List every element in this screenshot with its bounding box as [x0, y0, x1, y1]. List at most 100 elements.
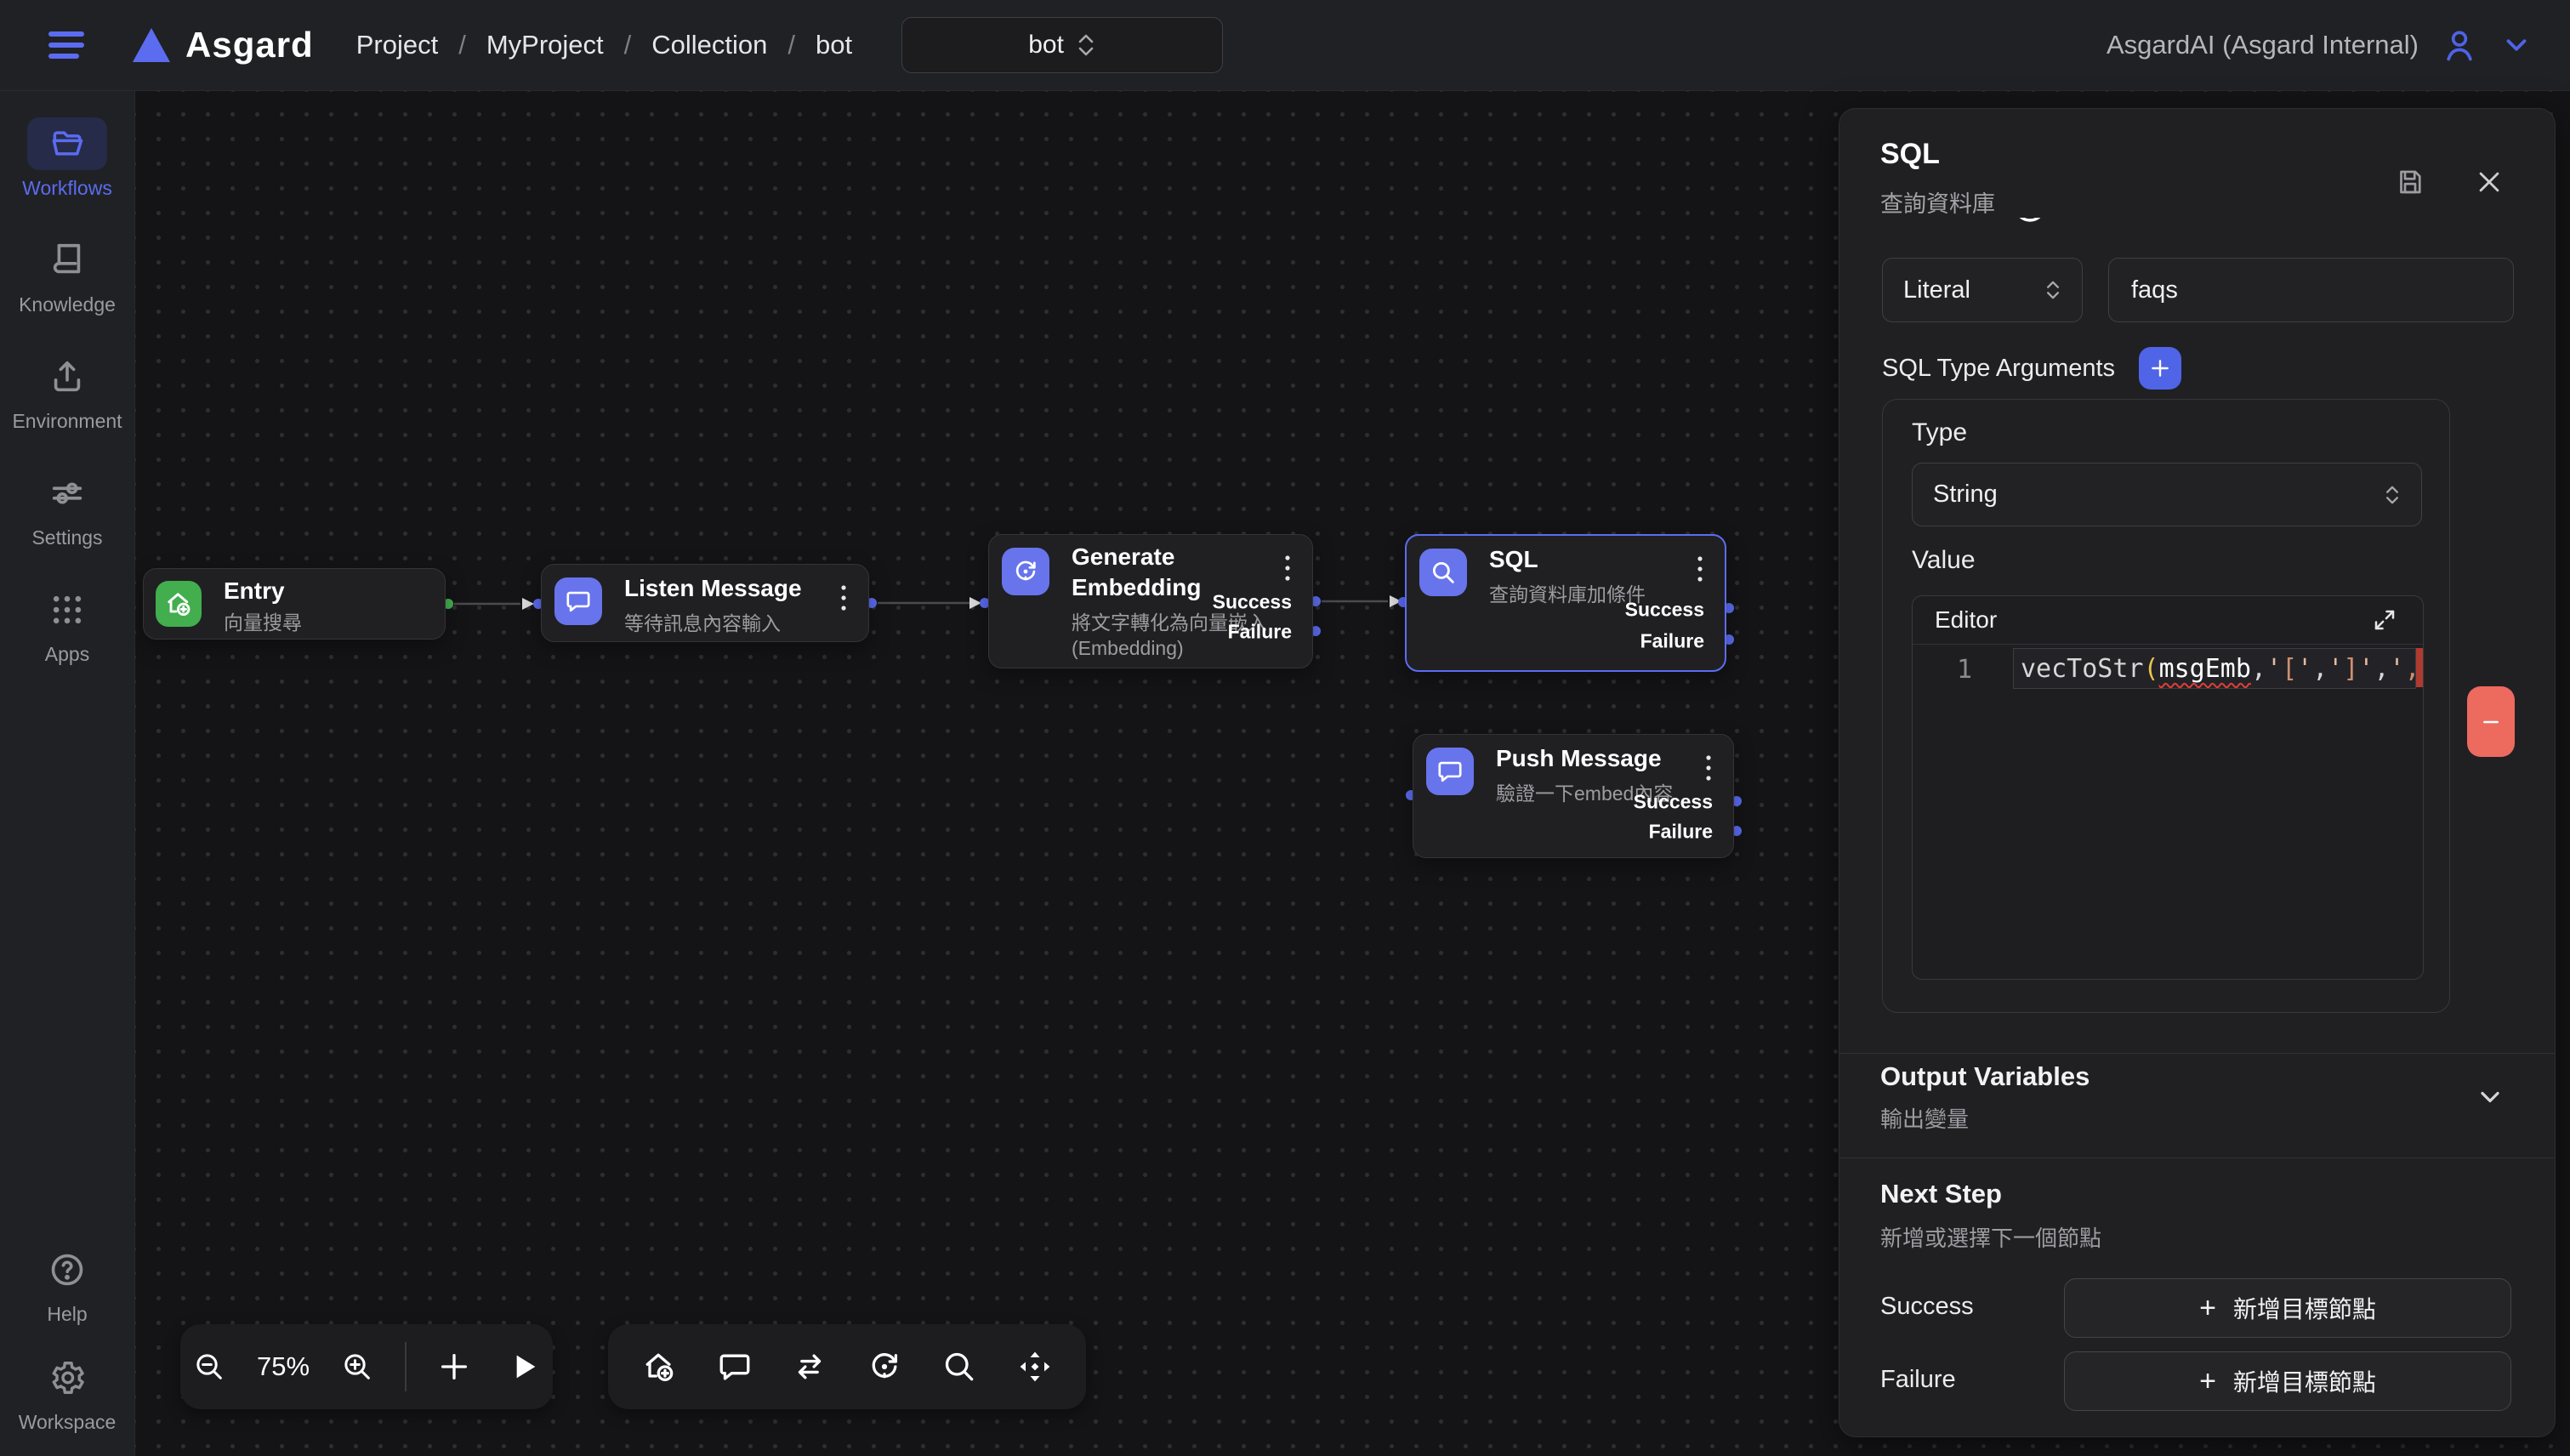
search-icon[interactable]	[935, 1343, 983, 1391]
port-label-success: Success	[1634, 791, 1713, 814]
add-target-label: 新增目標節點	[2233, 1364, 2376, 1398]
account-name: AsgardAI (Asgard Internal)	[2107, 30, 2419, 60]
sidebar-label: Apps	[45, 643, 89, 666]
type-select[interactable]: String	[1912, 463, 2422, 526]
node-menu-icon[interactable]	[1692, 551, 1708, 587]
sidebar-item-environment[interactable]: Environment	[0, 350, 134, 433]
port-label-failure: Failure	[1228, 621, 1292, 644]
auto-layout-icon[interactable]	[1011, 1343, 1059, 1391]
breadcrumb: Project / MyProject / Collection / bot	[356, 30, 852, 60]
node-title: Entry	[224, 576, 302, 606]
breadcrumb-collection[interactable]: Collection	[651, 30, 767, 60]
sliders-icon	[48, 474, 87, 513]
book-icon	[48, 241, 87, 280]
workflow-select-value: bot	[1028, 31, 1064, 60]
sidebar-item-help[interactable]: Help	[0, 1243, 134, 1326]
panel-scroll-area[interactable]: Literal faqs SQL Type Arguments Type Str…	[1839, 218, 2555, 1053]
sidebar-label: Workspace	[19, 1411, 117, 1434]
value-label: Value	[1912, 546, 1976, 575]
chevron-up-down-icon	[2384, 484, 2401, 506]
chevron-up-down-icon	[1076, 32, 1096, 58]
add-message-node-icon[interactable]	[711, 1343, 759, 1391]
line-number: 1	[1957, 655, 1972, 685]
zoom-out-icon[interactable]	[187, 1345, 231, 1389]
param-type-select[interactable]: Literal	[1882, 258, 2083, 322]
plus-icon: +	[2199, 1367, 2216, 1396]
chevron-down-icon[interactable]	[2500, 29, 2533, 61]
add-argument-icon[interactable]	[2139, 347, 2181, 390]
sidebar-item-workflows[interactable]: Workflows	[0, 117, 134, 200]
failure-row-label: Failure	[1880, 1366, 1956, 1394]
node-title: Listen Message	[624, 573, 802, 604]
node-config-panel: SQL 查詢資料庫 Literal faqs SQL Type Argument…	[1839, 108, 2556, 1437]
swap-arrows-icon[interactable]	[786, 1343, 833, 1391]
node-sql[interactable]: SQL 查詢資料庫加條件 Success Failure	[1405, 534, 1726, 672]
user-icon[interactable]	[2441, 26, 2478, 64]
node-push-message[interactable]: Push Message 驗證一下embed內容 Success Failure	[1413, 734, 1734, 858]
node-subtitle: 查詢資料庫加條件	[1489, 582, 1646, 607]
sidebar-label: Settings	[31, 526, 102, 549]
chevron-up-down-icon	[2044, 279, 2061, 301]
code-line[interactable]: vecToStr(msgEmb,'[',']',',')	[2013, 648, 2416, 689]
add-node-icon[interactable]	[432, 1345, 476, 1389]
editor-label: Editor	[1935, 606, 1997, 634]
gear-icon	[48, 1358, 87, 1397]
remove-argument-icon[interactable]	[2467, 686, 2515, 757]
help-circle-icon	[48, 1250, 87, 1289]
code-editor[interactable]: Editor 1 vecToStr(msgEmb,'[',']',',')	[1912, 595, 2424, 980]
folder-open-icon	[46, 125, 88, 162]
generate-embedding-node-icon	[1002, 548, 1049, 595]
node-title: Push Message	[1496, 743, 1673, 774]
port-label-failure: Failure	[1640, 630, 1704, 653]
add-success-target-button[interactable]: + 新增目標節點	[2064, 1278, 2511, 1338]
run-workflow-icon[interactable]	[502, 1345, 546, 1389]
node-menu-icon[interactable]	[1280, 550, 1295, 586]
breadcrumb-separator: /	[458, 30, 466, 60]
account-area: AsgardAI (Asgard Internal)	[2107, 26, 2533, 64]
expand-editor-icon[interactable]	[2368, 604, 2401, 636]
add-embedding-node-icon[interactable]	[861, 1343, 908, 1391]
sidebar-item-apps[interactable]: Apps	[0, 583, 134, 666]
param-value-input[interactable]: faqs	[2108, 258, 2514, 322]
node-menu-icon[interactable]	[836, 580, 851, 616]
zoom-toolbar: 75%	[180, 1324, 553, 1409]
code-area[interactable]: 1 vecToStr(msgEmb,'[',']',',')	[1913, 645, 2423, 980]
chat-bubble-icon	[1436, 757, 1464, 786]
plus-icon: +	[2199, 1294, 2216, 1322]
add-failure-target-button[interactable]: + 新增目標節點	[2064, 1351, 2511, 1411]
upload-icon	[48, 357, 87, 396]
node-palette-toolbar	[608, 1324, 1086, 1409]
save-icon[interactable]	[2391, 163, 2429, 201]
sidebar-label: Workflows	[22, 177, 112, 200]
push-message-node-icon	[1426, 748, 1474, 795]
error-marker	[2416, 648, 2424, 687]
param-value-text: faqs	[2131, 276, 2178, 304]
sidebar-item-settings[interactable]: Settings	[0, 467, 134, 549]
sidebar-item-workspace[interactable]: Workspace	[0, 1351, 134, 1434]
panel-title: SQL	[1880, 138, 1940, 171]
breadcrumb-separator: /	[624, 30, 632, 60]
sidebar-item-knowledge[interactable]: Knowledge	[0, 234, 134, 316]
chat-bubble-icon	[564, 587, 593, 616]
node-listen-message[interactable]: Listen Message 等待訊息內容輸入	[541, 564, 869, 642]
close-icon[interactable]	[2471, 163, 2507, 201]
workflow-select[interactable]: bot	[901, 17, 1223, 73]
breadcrumb-myproject[interactable]: MyProject	[486, 30, 604, 60]
zoom-in-icon[interactable]	[335, 1345, 379, 1389]
panel-divider	[1839, 1053, 2555, 1054]
node-menu-icon[interactable]	[1701, 750, 1716, 786]
refresh-dot-icon	[1011, 557, 1040, 586]
breadcrumb-bot[interactable]: bot	[816, 30, 852, 60]
collapse-chevron-down-icon[interactable]	[2471, 1078, 2509, 1116]
add-entry-node-icon[interactable]	[635, 1343, 683, 1391]
scrolled-element-arc	[2011, 218, 2049, 236]
breadcrumb-project[interactable]: Project	[356, 30, 438, 60]
sidebar-label: Environment	[12, 410, 122, 433]
hamburger-menu-icon[interactable]	[48, 30, 85, 60]
code-line-content: vecToStr(msgEmb,'[',']',',')	[2021, 654, 2424, 684]
panel-subtitle: 查詢資料庫	[1880, 185, 1995, 219]
type-label: Type	[1912, 418, 1967, 447]
next-step-label: Next Step	[1880, 1179, 2002, 1209]
node-entry[interactable]: Entry 向量搜尋	[143, 568, 446, 640]
node-generate-embedding[interactable]: Generate Embedding 將文字轉化為向量嵌入 (Embedding…	[988, 534, 1313, 668]
